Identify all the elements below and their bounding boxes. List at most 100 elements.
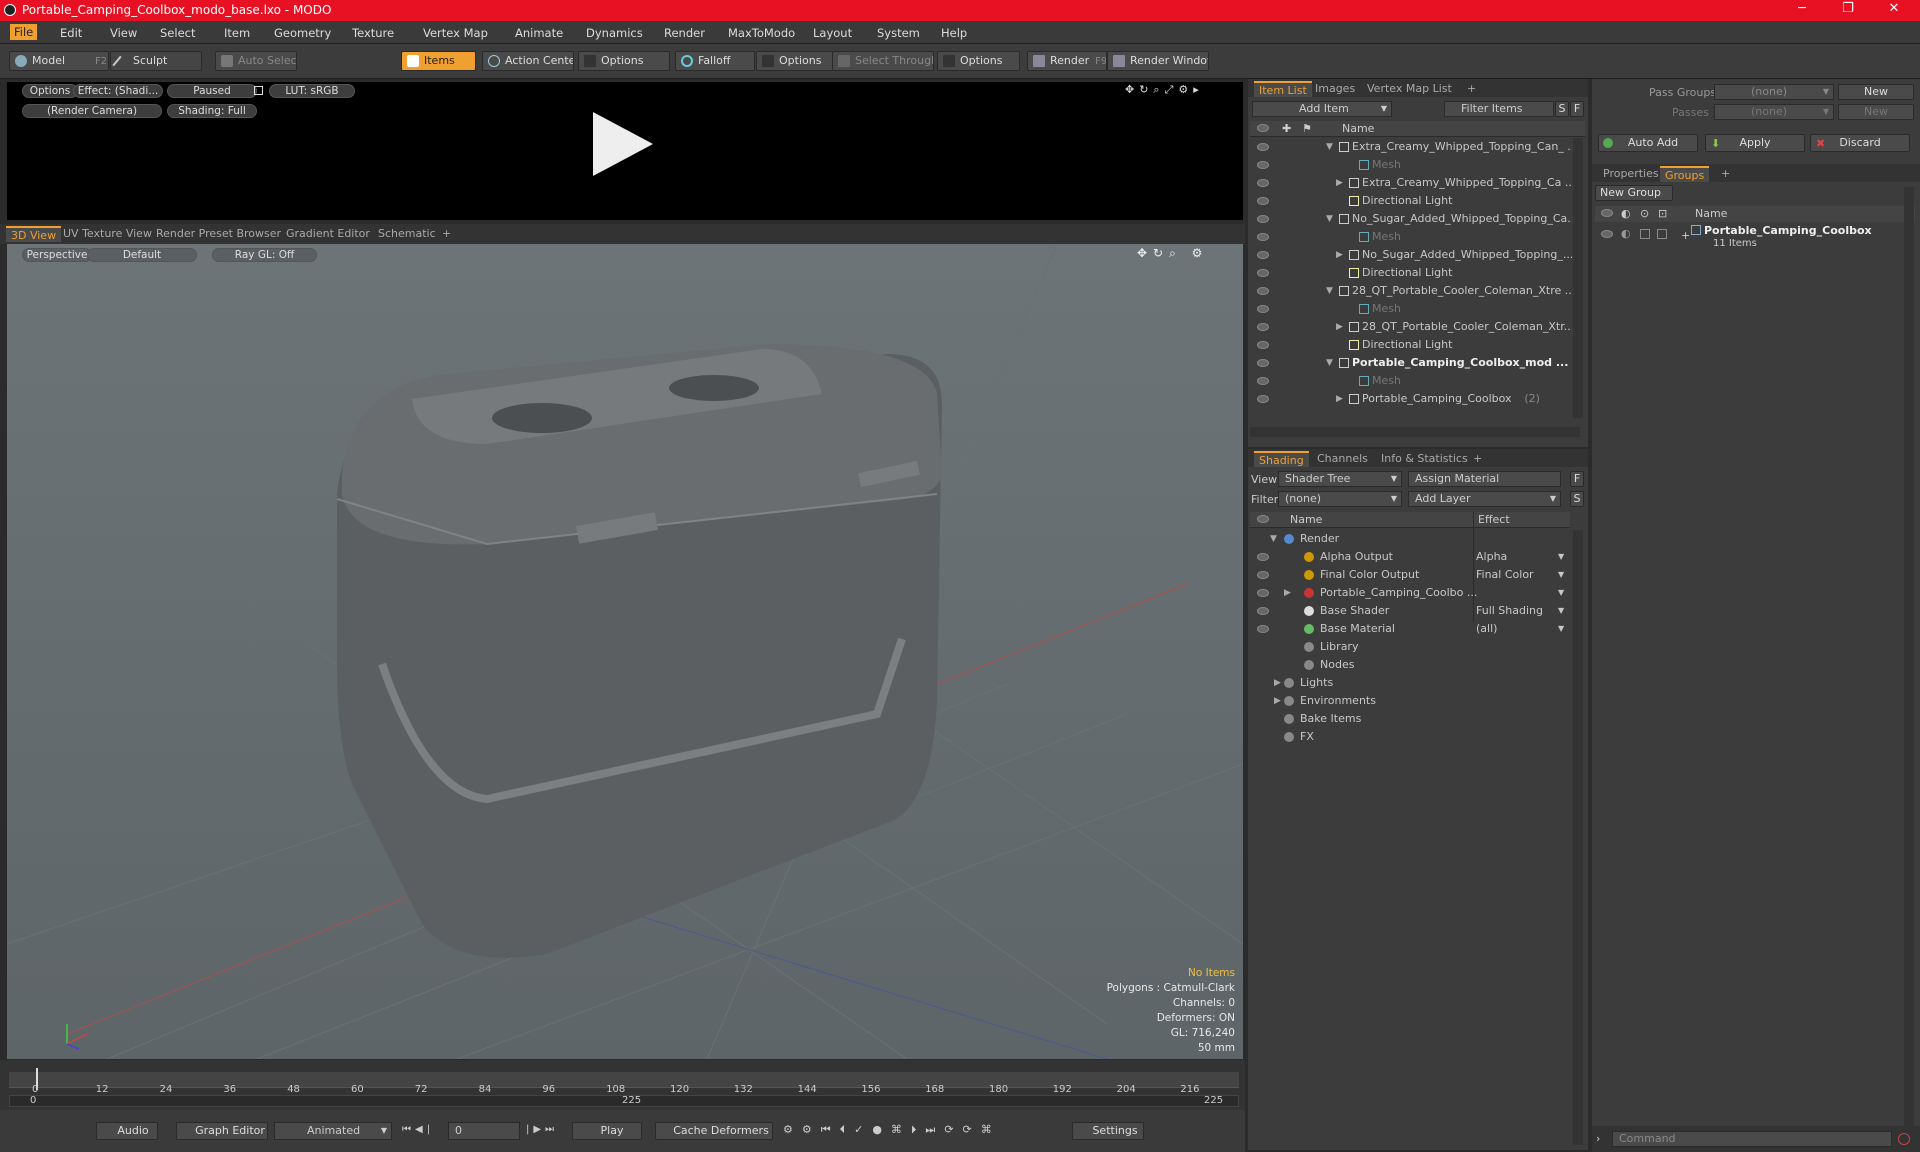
render-button[interactable]: Render F9 xyxy=(1027,51,1107,71)
expand-arrow-icon[interactable]: ▶ xyxy=(1336,390,1343,408)
chevron-down-icon[interactable]: ▼ xyxy=(1558,584,1564,602)
auto-add-button[interactable]: Auto Add xyxy=(1598,134,1698,152)
eye-icon[interactable] xyxy=(1257,287,1269,295)
item-row[interactable]: ▼ Extra_Creamy_Whipped_Topping_Can_ ... xyxy=(1250,138,1572,156)
chevron-down-icon[interactable]: ▼ xyxy=(1558,620,1564,638)
item-row[interactable]: Mesh xyxy=(1250,372,1572,390)
add-tab-icon[interactable]: + xyxy=(437,226,456,242)
play-icon[interactable] xyxy=(593,112,653,176)
expand-arrow-icon[interactable]: ▶ xyxy=(1336,174,1343,192)
graph-editor-button[interactable]: Graph Editor xyxy=(176,1122,268,1140)
menu-dynamics[interactable]: Dynamics xyxy=(586,26,643,40)
pass-groups-dropdown[interactable]: (none) ▼ xyxy=(1714,84,1834,100)
sculpt-mode-button[interactable]: Sculpt xyxy=(110,51,202,71)
tab-properties[interactable]: Properties xyxy=(1598,166,1664,182)
render-window-button[interactable]: Render Window xyxy=(1107,51,1209,71)
expand-arrow-icon[interactable]: ▶ xyxy=(1274,674,1281,692)
eye-icon[interactable] xyxy=(1257,341,1269,349)
group-row[interactable]: ◐ + Portable_Camping_Coolbox 11 Items xyxy=(1595,224,1915,254)
new-pass-group-button[interactable]: New xyxy=(1838,84,1914,100)
apply-button[interactable]: ⬇ Apply xyxy=(1705,134,1805,152)
shader-row[interactable]: Base Material (all) ▼ xyxy=(1250,620,1570,638)
chevron-down-icon[interactable]: ▼ xyxy=(1558,566,1564,584)
tab-schematic[interactable]: Schematic xyxy=(373,226,441,242)
tab-gradient-editor[interactable]: Gradient Editor xyxy=(281,226,375,242)
shading-style-dropdown[interactable]: Default xyxy=(87,248,197,262)
tab-item-list[interactable]: Item List xyxy=(1254,81,1312,97)
expand-arrow-icon[interactable]: ▶ xyxy=(1274,692,1281,710)
collapse-arrow-icon[interactable]: ▼ xyxy=(1326,210,1333,228)
collapse-arrow-icon[interactable]: ▼ xyxy=(1326,282,1333,300)
tab-info-statistics[interactable]: Info & Statistics xyxy=(1376,451,1473,467)
new-pass-button[interactable]: New xyxy=(1838,104,1914,120)
expand-arrow-icon[interactable]: ▶ xyxy=(1284,584,1291,602)
eye-icon[interactable] xyxy=(1257,161,1269,169)
shader-row[interactable]: Alpha Output Alpha ▼ xyxy=(1250,548,1570,566)
item-row[interactable]: ▼ No_Sugar_Added_Whipped_Topping_Ca... xyxy=(1250,210,1572,228)
tab-images[interactable]: Images xyxy=(1310,81,1360,97)
item-row[interactable]: Mesh xyxy=(1250,300,1572,318)
lock-icon[interactable] xyxy=(254,86,263,95)
select-through-button[interactable]: Select Through xyxy=(832,51,934,71)
timeline[interactable]: 0 12 24 36 48 60 72 84 96 108 120 132 144 156 168 180 19… xyxy=(0,1060,1245,1110)
falloff-options-button[interactable]: Options xyxy=(756,51,836,71)
eye-icon[interactable] xyxy=(1257,305,1269,313)
add-tab-icon[interactable]: + xyxy=(1462,81,1481,97)
raygl-dropdown[interactable]: Ray GL: Off xyxy=(212,248,317,262)
perspective-dropdown[interactable]: Perspective xyxy=(22,248,92,262)
menu-edit[interactable]: Edit xyxy=(60,26,82,40)
lut-dropdown[interactable]: LUT: sRGB xyxy=(269,84,355,98)
viewport-nav-icons[interactable]: ✥↻⌕ ⚙ xyxy=(1137,246,1237,260)
lock-checkbox[interactable] xyxy=(1640,229,1650,239)
eye-icon[interactable] xyxy=(1257,607,1269,615)
eye-icon[interactable] xyxy=(1257,233,1269,241)
menu-select[interactable]: Select xyxy=(160,26,195,40)
transport-rewind-icons[interactable]: ⏮◀| xyxy=(402,1124,444,1135)
animated-dropdown[interactable]: Animated ▼ xyxy=(274,1122,392,1140)
menu-animate[interactable]: Animate xyxy=(515,26,563,40)
minimize-button[interactable]: ─ xyxy=(1782,1,1822,16)
render-toggle-icon[interactable]: ◐ xyxy=(1621,227,1631,240)
passes-dropdown[interactable]: (none) ▼ xyxy=(1714,104,1834,120)
auto-select-button[interactable]: Auto Select xyxy=(215,51,297,71)
shader-row[interactable]: Nodes xyxy=(1250,656,1570,674)
shader-tree-scrollbar[interactable] xyxy=(1573,530,1583,1145)
eye-icon[interactable] xyxy=(1601,230,1613,238)
menu-geometry[interactable]: Geometry xyxy=(274,26,331,40)
shader-row[interactable]: ▼ Render xyxy=(1250,530,1570,548)
groups-scrollbar[interactable] xyxy=(1904,187,1914,1127)
assign-material-button[interactable]: Assign Material xyxy=(1408,471,1561,487)
action-center-button[interactable]: Action Center xyxy=(482,51,574,71)
shader-row[interactable]: ▶ Environments xyxy=(1250,692,1570,710)
menu-vertex-map[interactable]: Vertex Map xyxy=(423,26,488,40)
play-button[interactable]: Play xyxy=(572,1122,642,1140)
transport-forward-icons[interactable]: |▶⏭ xyxy=(526,1124,568,1135)
cache-deformers-button[interactable]: Cache Deformers xyxy=(655,1122,773,1140)
expand-arrow-icon[interactable]: ▶ xyxy=(1336,246,1343,264)
menu-maxtomodo[interactable]: MaxToModo xyxy=(728,26,795,40)
model-mode-button[interactable]: Model F2 xyxy=(9,51,109,71)
view-dropdown[interactable]: Shader Tree ▼ xyxy=(1278,471,1402,487)
item-list-scrollbar[interactable] xyxy=(1573,138,1583,418)
item-row[interactable]: ▶ 28_QT_Portable_Cooler_Coleman_Xtr... xyxy=(1250,318,1572,336)
item-row[interactable]: ▶ Portable_Camping_Coolbox (2) xyxy=(1250,390,1572,408)
audio-button[interactable]: Audio xyxy=(96,1122,158,1140)
expand-arrow-icon[interactable]: ▶ xyxy=(1336,318,1343,336)
chevron-down-icon[interactable]: ▼ xyxy=(1558,548,1564,566)
menu-system[interactable]: System xyxy=(877,26,920,40)
eye-icon[interactable] xyxy=(1257,323,1269,331)
shader-row[interactable]: ▶ Lights xyxy=(1250,674,1570,692)
eye-icon[interactable] xyxy=(1257,359,1269,367)
action-center-options-button[interactable]: Options xyxy=(578,51,670,71)
shader-row[interactable]: FX xyxy=(1250,728,1570,746)
item-row[interactable]: Mesh xyxy=(1250,156,1572,174)
effect-value[interactable]: Final Color xyxy=(1476,566,1534,584)
eye-icon[interactable] xyxy=(1257,269,1269,277)
shading-f-button[interactable]: F xyxy=(1570,471,1584,487)
shader-row[interactable]: Library xyxy=(1250,638,1570,656)
tab-groups[interactable]: Groups xyxy=(1660,166,1710,182)
tab-uv-texture-view[interactable]: UV Texture View xyxy=(58,226,157,242)
item-row[interactable]: Directional Light xyxy=(1250,336,1572,354)
menu-layout[interactable]: Layout xyxy=(813,26,852,40)
menu-help[interactable]: Help xyxy=(941,26,967,40)
